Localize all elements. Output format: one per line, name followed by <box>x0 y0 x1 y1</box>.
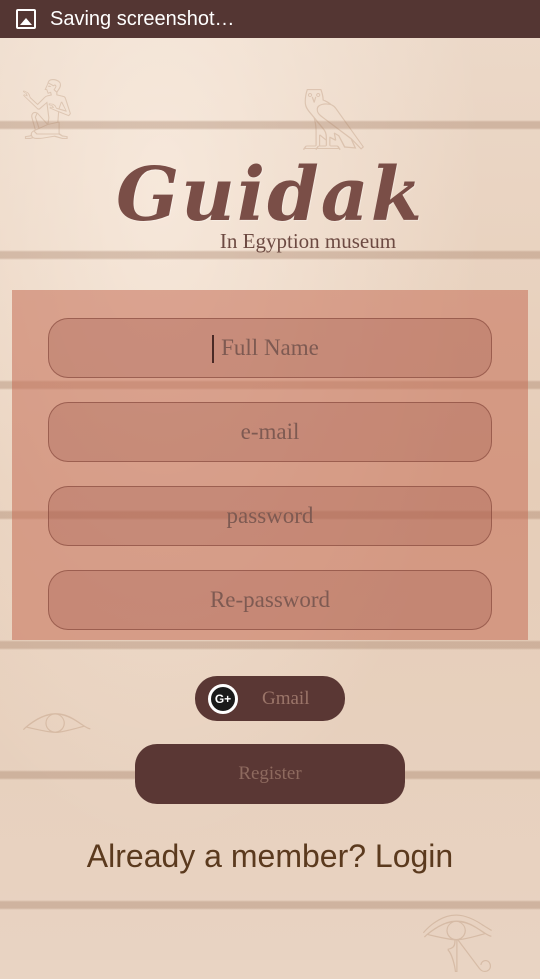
app-title: Guidak <box>115 152 425 238</box>
status-bar: Saving screenshot… <box>0 0 540 38</box>
app-logo: Guidak In Egyption museum <box>0 155 540 254</box>
full-name-field[interactable] <box>48 318 492 378</box>
email-field[interactable] <box>48 402 492 462</box>
repassword-field[interactable] <box>48 570 492 630</box>
google-plus-icon: G+ <box>208 683 238 714</box>
text-cursor <box>212 335 214 363</box>
image-icon <box>16 9 36 29</box>
gmail-button[interactable]: G+ Gmail <box>195 676 345 721</box>
gmail-label: Gmail <box>262 687 310 709</box>
hieroglyph-decoration: 𓁹 <box>20 684 94 754</box>
status-text: Saving screenshot… <box>50 7 235 30</box>
register-button[interactable]: Register <box>135 744 405 804</box>
login-link[interactable]: Already a member? Login <box>0 838 540 875</box>
hieroglyph-decoration: 𓀀 <box>20 84 74 154</box>
password-field[interactable] <box>48 486 492 546</box>
hieroglyph-decoration: 𓂀 <box>420 904 495 974</box>
